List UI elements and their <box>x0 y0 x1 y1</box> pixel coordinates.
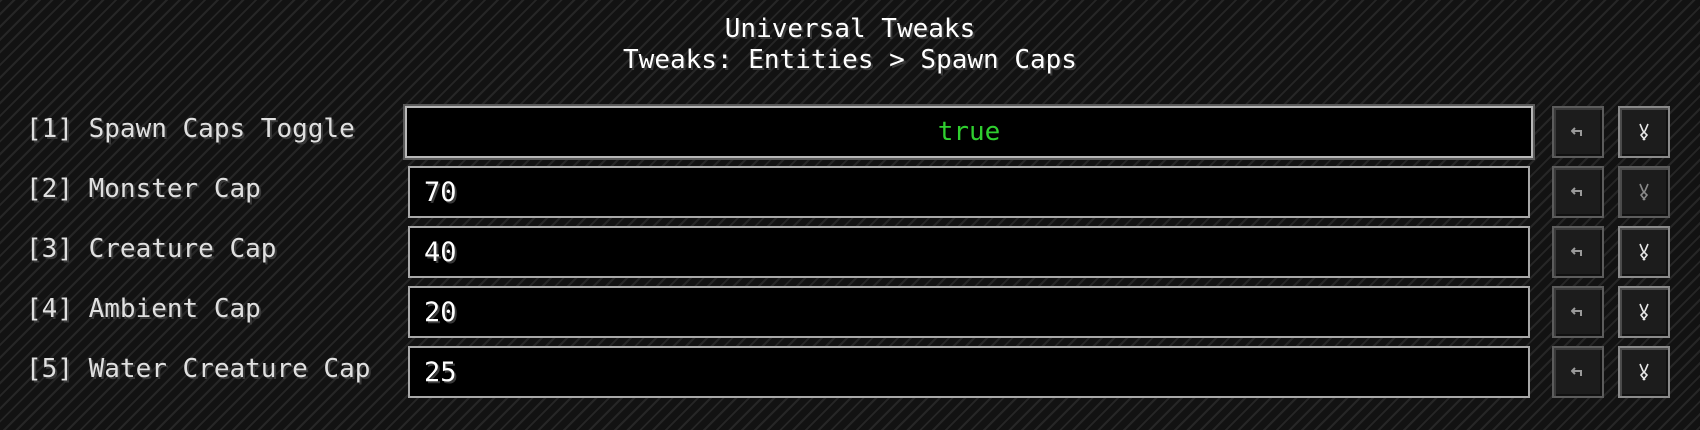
reset-default-icon <box>1639 363 1649 381</box>
number-input[interactable]: 40 <box>408 226 1530 278</box>
undo-button[interactable] <box>1552 346 1604 398</box>
toggle-button[interactable]: true <box>403 104 1535 160</box>
undo-button[interactable] <box>1552 166 1604 218</box>
undo-arrow-icon <box>1571 127 1582 136</box>
config-label: [5] Water Creature Cap <box>26 354 371 384</box>
number-input[interactable]: 70 <box>408 166 1530 218</box>
config-row-spawn-caps-toggle: [1] Spawn Caps Toggle true <box>0 104 1700 162</box>
config-row-water-creature-cap: [5] Water Creature Cap 25 <box>0 346 1700 402</box>
config-label: [2] Monster Cap <box>26 174 261 204</box>
config-label: [1] Spawn Caps Toggle <box>26 114 355 144</box>
reset-default-button[interactable] <box>1618 166 1670 218</box>
reset-default-icon <box>1639 303 1649 321</box>
reset-default-icon <box>1639 183 1649 201</box>
undo-arrow-icon <box>1571 187 1582 196</box>
undo-arrow-icon <box>1571 247 1582 256</box>
config-row-ambient-cap: [4] Ambient Cap 20 <box>0 286 1700 342</box>
config-label: [4] Ambient Cap <box>26 294 261 324</box>
undo-button[interactable] <box>1552 286 1604 338</box>
reset-default-button[interactable] <box>1618 106 1670 158</box>
reset-default-button[interactable] <box>1618 286 1670 338</box>
reset-default-icon <box>1639 243 1649 261</box>
breadcrumb: Tweaks: Entities > Spawn Caps <box>623 45 1077 75</box>
number-input[interactable]: 25 <box>408 346 1530 398</box>
undo-arrow-icon <box>1571 367 1582 376</box>
undo-button[interactable] <box>1552 226 1604 278</box>
reset-default-icon <box>1639 123 1649 141</box>
reset-default-button[interactable] <box>1618 226 1670 278</box>
config-label: [3] Creature Cap <box>26 234 277 264</box>
config-row-creature-cap: [3] Creature Cap 40 <box>0 226 1700 282</box>
undo-button[interactable] <box>1552 106 1604 158</box>
reset-default-button[interactable] <box>1618 346 1670 398</box>
undo-arrow-icon <box>1571 307 1582 316</box>
config-row-monster-cap: [2] Monster Cap 70 <box>0 166 1700 222</box>
screen-title: Universal Tweaks <box>724 14 976 44</box>
number-input[interactable]: 20 <box>408 286 1530 338</box>
screen-header: Universal Tweaks Tweaks: Entities > Spaw… <box>0 14 1700 76</box>
